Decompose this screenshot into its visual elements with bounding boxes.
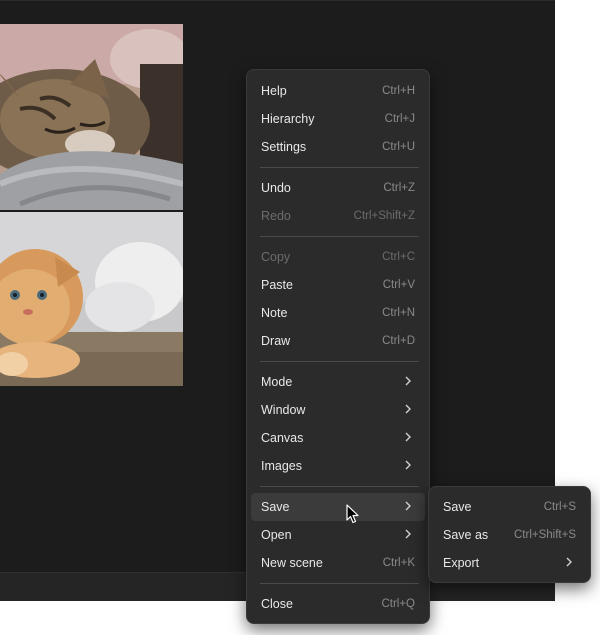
menu-item-redo: Redo Ctrl+Shift+Z [251,202,425,230]
chevron-right-icon [405,404,411,414]
menu-item-label: Note [261,306,288,320]
menu-item-shortcut: Ctrl+N [382,307,415,319]
menu-item-note[interactable]: Note Ctrl+N [251,299,425,327]
menu-item-label: Copy [261,250,291,264]
chevron-right-icon [405,432,411,442]
menu-item-hierarchy[interactable]: Hierarchy Ctrl+J [251,105,425,133]
chevron-right-icon [566,557,572,567]
menu-item-shortcut: Ctrl+Shift+Z [353,210,415,222]
menu-separator [260,583,419,584]
menu-item-canvas[interactable]: Canvas [251,424,425,452]
mouse-pointer-icon [346,504,359,524]
menu-item-label: Images [261,459,302,473]
menu-item-label: Redo [261,209,291,223]
submenu-item-save-as[interactable]: Save as Ctrl+Shift+S [433,521,586,549]
submenu-item-save[interactable]: Save Ctrl+S [433,493,586,521]
chevron-right-icon [405,376,411,386]
menu-item-label: Paste [261,278,293,292]
menu-item-shortcut: Ctrl+Q [381,598,415,610]
menu-item-label: Mode [261,375,293,389]
menu-item-shortcut: Ctrl+Shift+S [514,529,576,541]
menu-item-new-scene[interactable]: New scene Ctrl+K [251,549,425,577]
menu-item-mode[interactable]: Mode [251,368,425,396]
menu-item-shortcut: Ctrl+J [384,113,415,125]
menu-item-label: Hierarchy [261,112,315,126]
menu-item-label: Help [261,84,287,98]
save-submenu: Save Ctrl+S Save as Ctrl+Shift+S Export [428,486,591,583]
menu-item-label: Undo [261,181,291,195]
menu-item-shortcut: Ctrl+D [382,335,415,347]
menu-item-close[interactable]: Close Ctrl+Q [251,590,425,618]
menu-item-shortcut: Ctrl+K [382,557,415,569]
chevron-right-icon [405,529,411,539]
menu-separator [260,361,419,362]
menu-item-label: Open [261,528,292,542]
menu-item-shortcut: Ctrl+V [382,279,415,291]
menu-item-settings[interactable]: Settings Ctrl+U [251,133,425,161]
menu-item-label: Save as [443,528,489,542]
menu-item-label: Draw [261,334,291,348]
menu-item-copy: Copy Ctrl+C [251,243,425,271]
menu-item-label: Settings [261,140,307,154]
menu-item-save[interactable]: Save [251,493,425,521]
menu-item-label: Save [261,500,290,514]
menu-item-label: Export [443,556,480,570]
menu-item-images[interactable]: Images [251,452,425,480]
menu-item-undo[interactable]: Undo Ctrl+Z [251,174,425,202]
menu-item-shortcut: Ctrl+Z [383,182,415,194]
menu-item-label: New scene [261,556,323,570]
menu-item-open[interactable]: Open [251,521,425,549]
menu-item-paste[interactable]: Paste Ctrl+V [251,271,425,299]
menu-item-label: Window [261,403,306,417]
chevron-right-icon [405,501,411,511]
context-menu: Help Ctrl+H Hierarchy Ctrl+J Settings Ct… [246,69,430,624]
menu-item-help[interactable]: Help Ctrl+H [251,77,425,105]
chevron-right-icon [405,460,411,470]
menu-separator [260,486,419,487]
menu-item-label: Close [261,597,293,611]
menu-item-label: Save [443,500,472,514]
menu-item-shortcut: Ctrl+H [382,85,415,97]
menu-item-draw[interactable]: Draw Ctrl+D [251,327,425,355]
menu-item-shortcut: Ctrl+U [382,141,415,153]
menu-separator [260,236,419,237]
cat-photo-kitten[interactable] [0,212,183,386]
cat-photo-tabby[interactable] [0,24,183,210]
menu-separator [260,167,419,168]
menu-item-shortcut: Ctrl+C [382,251,415,263]
submenu-item-export[interactable]: Export [433,549,586,577]
menu-item-shortcut: Ctrl+S [543,501,576,513]
menu-item-window[interactable]: Window [251,396,425,424]
menu-item-label: Canvas [261,431,304,445]
